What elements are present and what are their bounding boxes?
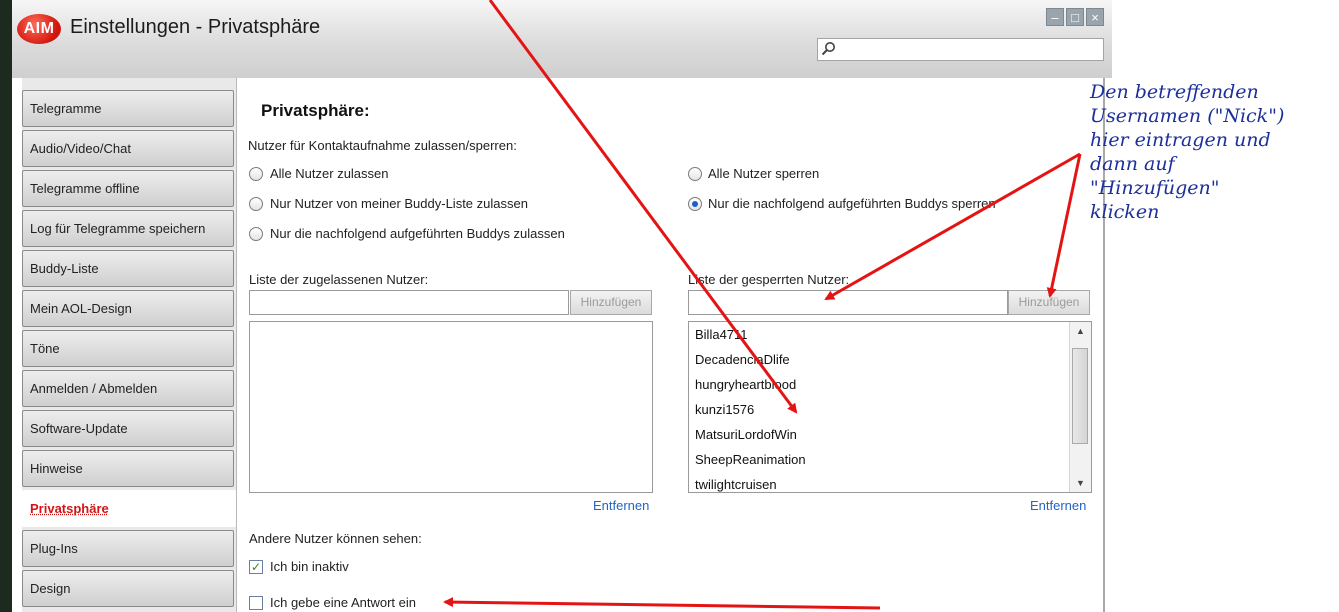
- arrow-to-blocked-input: [824, 152, 1081, 301]
- arrow-to-typing-checkbox: [443, 597, 881, 610]
- arrow-to-add-button: [1046, 153, 1082, 298]
- annotation-arrows: [443, 0, 1082, 610]
- arrow-to-list-entry: [488, 0, 798, 414]
